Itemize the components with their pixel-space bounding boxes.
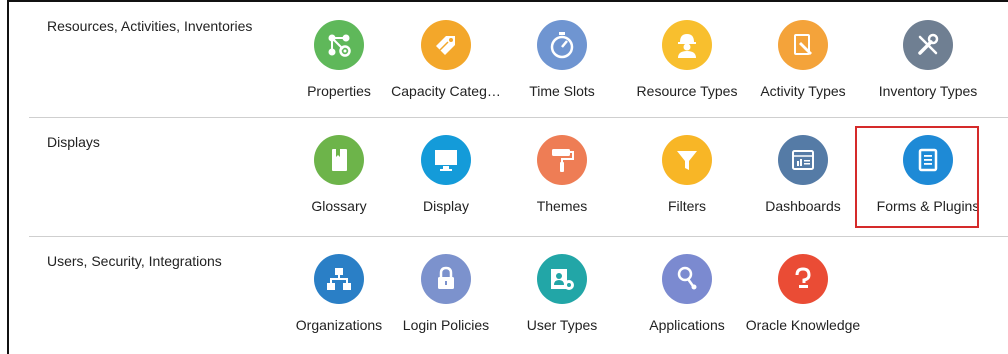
tile-oracle-knowledge[interactable]: Oracle Knowledge [744, 254, 862, 333]
organizations-icon [314, 254, 364, 304]
applications-icon [662, 254, 712, 304]
tile-login-policies[interactable]: Login Policies [387, 254, 505, 333]
tile-time-slots[interactable]: Time Slots [503, 20, 621, 99]
tile-label: Oracle Knowledge [745, 317, 861, 333]
properties-icon [314, 20, 364, 70]
tile-label: Themes [536, 198, 588, 214]
tile-resource-types[interactable]: Resource Types [628, 20, 746, 99]
tile-label: Forms & Plugins [876, 198, 980, 214]
section-resources-activities-inventories: Resources, Activities, Inventories Prope… [9, 2, 1008, 117]
tile-themes[interactable]: Themes [503, 135, 621, 214]
tile-label: Resource Types [636, 83, 738, 99]
forms-plugins-icon [903, 135, 953, 185]
tile-applications[interactable]: Applications [628, 254, 746, 333]
tile-capacity-categories[interactable]: Capacity Categ… [387, 20, 505, 99]
tile-label: Organizations [295, 317, 383, 333]
tile-label: Filters [667, 198, 707, 214]
glossary-icon [314, 135, 364, 185]
tile-label: Dashboards [765, 198, 841, 214]
tile-filters[interactable]: Filters [628, 135, 746, 214]
tile-label: Applications [649, 317, 725, 333]
themes-icon [537, 135, 587, 185]
resource-types-icon [662, 20, 712, 70]
tile-label: Inventory Types [878, 83, 978, 99]
oracle-knowledge-icon [778, 254, 828, 304]
tile-label: Display [423, 198, 469, 214]
tile-label: Glossary [311, 198, 367, 214]
tile-user-types[interactable]: User Types [503, 254, 621, 333]
section-displays: Displays Glossary Display Themes Filters… [9, 117, 1008, 236]
tile-inventory-types[interactable]: Inventory Types [869, 20, 987, 99]
tile-dashboards[interactable]: Dashboards [744, 135, 862, 214]
section-title: Displays [47, 134, 100, 150]
section-users-security-integrations: Users, Security, Integrations Organizati… [9, 236, 1008, 354]
display-icon [421, 135, 471, 185]
tile-label: User Types [526, 317, 598, 333]
tile-label: Activity Types [760, 83, 846, 99]
tile-label: Login Policies [402, 317, 490, 333]
section-title: Users, Security, Integrations [47, 253, 222, 269]
capacity-categories-icon [421, 20, 471, 70]
dashboards-icon [778, 135, 828, 185]
tile-forms-plugins[interactable]: Forms & Plugins [869, 135, 987, 214]
filters-icon [662, 135, 712, 185]
activity-types-icon [778, 20, 828, 70]
tile-glossary[interactable]: Glossary [280, 135, 398, 214]
time-slots-icon [537, 20, 587, 70]
login-policies-icon [421, 254, 471, 304]
tile-display[interactable]: Display [387, 135, 505, 214]
tile-organizations[interactable]: Organizations [280, 254, 398, 333]
tile-label: Properties [307, 83, 371, 99]
tile-label: Time Slots [529, 83, 595, 99]
inventory-types-icon [903, 20, 953, 70]
section-title: Resources, Activities, Inventories [47, 18, 253, 34]
tile-activity-types[interactable]: Activity Types [744, 20, 862, 99]
tile-label: Capacity Categ… [391, 83, 501, 99]
tile-properties[interactable]: Properties [280, 20, 398, 99]
user-types-icon [537, 254, 587, 304]
